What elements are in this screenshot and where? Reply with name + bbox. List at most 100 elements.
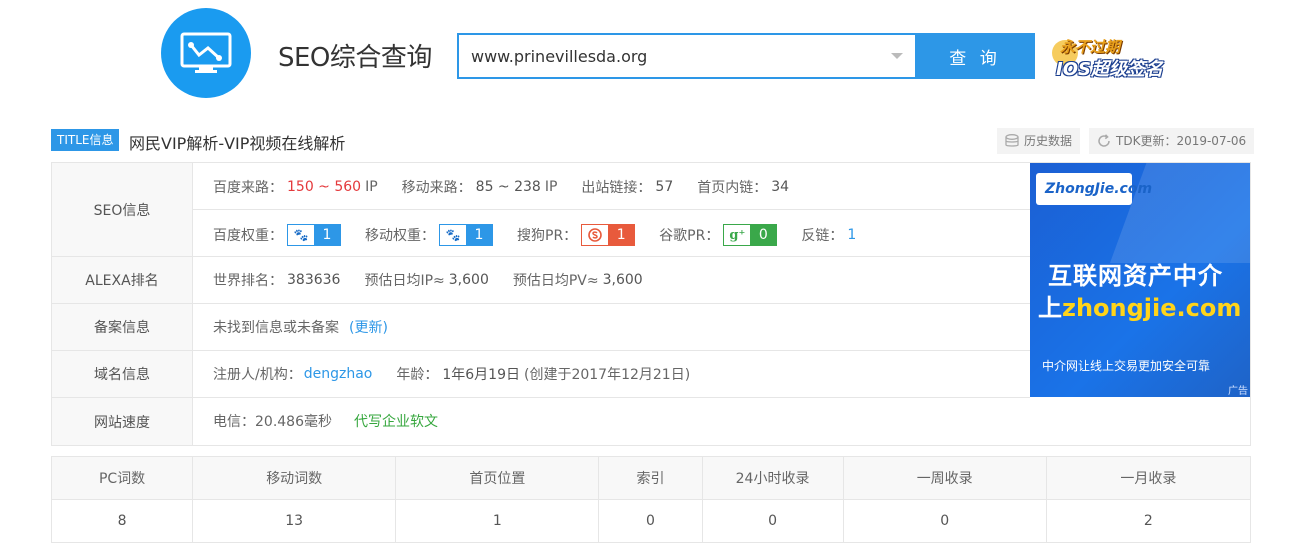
registrant-link[interactable]: dengzhao [304,366,373,382]
site-logo[interactable] [161,8,251,98]
internal-label: 首页内链： [697,180,768,196]
sogou-label: 搜狗PR： [517,228,578,244]
stats-value-24h[interactable]: 0 [701,499,844,543]
monitor-chart-icon [180,32,232,73]
google-plus-icon: g⁺ [724,225,751,245]
paw-icon: 🐾 [440,225,466,245]
ad-domain: zhongjie.com [1062,294,1242,322]
icp-text: 未找到信息或未备案 [213,320,339,336]
daily-pv-value: 3,600 [602,272,643,288]
seo-row: SEO信息 百度来路： 150 ~ 560 IP 移动来路： 85 ~ 238 … [52,163,1030,257]
search-button[interactable]: 查 询 [915,33,1035,79]
stats-header-week: 一周收录 [842,456,1047,500]
ad-tagline: 中介网让线上交易更加安全可靠 [1042,359,1211,373]
alexa-row-label: ALEXA排名 [52,257,193,303]
history-data-button[interactable]: 历史数据 [997,128,1081,154]
stats-header-homepage: 首页位置 [395,456,600,500]
site-page-title: 网民VIP解析-VIP视频在线解析 [129,134,346,153]
created-date: (创建于2017年12月21日) [524,367,691,383]
backlink-value[interactable]: 1 [847,227,856,243]
paw-icon: 🐾 [288,225,314,245]
tdk-label: TDK更新：2019-07-06 [1116,134,1247,148]
ad-mark: 广告 [1228,386,1248,397]
alexa-row: ALEXA排名 世界排名： 383636 预估日均IP≈ 3,600 预估日均P… [52,257,1030,304]
stats-value-homepage[interactable]: 1 [395,499,600,543]
softtext-ad-link[interactable]: 代写企业软文 [354,411,438,431]
backlink-label: 反链： [801,228,844,244]
title-tag: TITLE信息 [51,129,120,151]
domain-row: 域名信息 注册人/机构： dengzhao 年龄： 1年6月19日 (创建于20… [52,351,1030,398]
promo-banner[interactable]: 永不过期 IOS超级签名 [1052,36,1170,80]
baidu-traffic-value[interactable]: 150 ~ 560 [287,179,361,195]
age-label: 年龄： [396,367,439,383]
stats-value-pc[interactable]: 8 [50,499,194,543]
ad-logo-text: ZhongJie.com [1045,181,1153,197]
daily-ip-label: 预估日均IP≈ [364,273,445,289]
sogou-icon [582,225,609,245]
search-input[interactable] [459,35,891,77]
sogou-value: 1 [608,225,635,245]
database-icon [1005,134,1019,147]
promo-line1: 永不过期 [1060,38,1121,56]
registrant-label: 注册人/机构： [213,367,302,383]
ad-line2-prefix: 上 [1038,294,1062,322]
outbound-value[interactable]: 57 [655,179,673,195]
mobile-weight-label: 移动权重： [365,228,435,244]
mobile-traffic-value[interactable]: 85 ~ 238 [476,179,541,195]
ad-logo: ZhongJie.com [1036,173,1152,205]
speed-row-label: 网站速度 [52,398,193,445]
stats-value-index[interactable]: 0 [598,499,703,543]
internal-value[interactable]: 34 [771,179,789,195]
world-rank-value[interactable]: 383636 [287,272,340,288]
history-label: 历史数据 [1024,134,1073,148]
icp-line: 未找到信息或未备案 (更新) [213,317,388,337]
ad-headline: 互联网资产中介 [1048,262,1223,290]
stats-header-pc: PC词数 [50,456,194,500]
refresh-icon [1098,134,1110,147]
site-title: SEO综合查询 [278,43,432,73]
stats-value-week[interactable]: 0 [842,499,1047,543]
baidu-weight-label: 百度权重： [213,228,283,244]
daily-ip-value: 3,600 [448,272,489,288]
icp-row: 备案信息 未找到信息或未备案 (更新) [52,304,1030,351]
stats-header-index: 索引 [598,456,703,500]
seo-weight-line: 百度权重： 🐾 1 移动权重： 🐾 1 搜狗PR： 1 谷歌PR： g⁺ 0 反… [213,223,856,247]
stats-header-24h: 24小时收录 [701,456,844,500]
index-stats-table: PC词数 移动词数 首页位置 索引 24小时收录 一周收录 一月收录 8 13 … [50,456,1252,543]
chevron-down-icon[interactable] [891,53,903,59]
alexa-line: 世界排名： 383636 预估日均IP≈ 3,600 预估日均PV≈ 3,600 [213,270,643,290]
speed-row: 网站速度 电信：20.486毫秒 代写企业软文 [52,398,1250,445]
age-value: 1年6月19日 [442,367,520,383]
sogou-badge[interactable]: 1 [581,224,636,246]
telecom-speed: 电信：20.486毫秒 [213,414,332,430]
baidu-weight-value: 1 [314,225,340,245]
outbound-label: 出站链接： [581,180,652,196]
stats-value-mobile[interactable]: 13 [192,499,397,543]
promo-line2: IOS超级签名 [1056,59,1163,80]
icp-update-link[interactable]: (更新) [349,317,388,337]
seo-traffic-line: 百度来路： 150 ~ 560 IP 移动来路： 85 ~ 238 IP 出站链… [213,177,789,197]
domain-line: 注册人/机构： dengzhao 年龄： 1年6月19日 (创建于2017年12… [213,364,690,384]
google-badge[interactable]: g⁺ 0 [723,224,778,246]
search-box[interactable] [457,33,915,79]
mobile-ip-unit: IP [544,179,558,195]
zhongjie-ad[interactable]: ZhongJie.com 互联网资产中介 上zhongjie.com 中介网让线… [1030,163,1250,397]
stats-value-month[interactable]: 2 [1045,499,1252,543]
stats-header-mobile: 移动词数 [192,456,397,500]
google-value: 0 [750,225,777,245]
domain-row-label: 域名信息 [52,351,193,397]
daily-pv-label: 预估日均PV≈ [512,273,599,289]
world-rank-label: 世界排名： [213,273,283,289]
stats-header-month: 一月收录 [1045,456,1252,500]
tdk-update-button[interactable]: TDK更新：2019-07-06 [1089,128,1255,154]
seo-row-label: SEO信息 [52,163,193,256]
mobile-weight-value: 1 [466,225,492,245]
baidu-traffic-label: 百度来路： [213,180,283,196]
baidu-weight-badge[interactable]: 🐾 1 [287,224,341,246]
speed-line: 电信：20.486毫秒 代写企业软文 [213,411,438,431]
baidu-ip-unit: IP [365,179,378,195]
icp-row-label: 备案信息 [52,304,193,350]
ad-subheadline: 上zhongjie.com [1038,288,1241,323]
mobile-weight-badge[interactable]: 🐾 1 [439,224,493,246]
stats-header-row: PC词数 移动词数 首页位置 索引 24小时收录 一周收录 一月收录 [50,456,1252,500]
